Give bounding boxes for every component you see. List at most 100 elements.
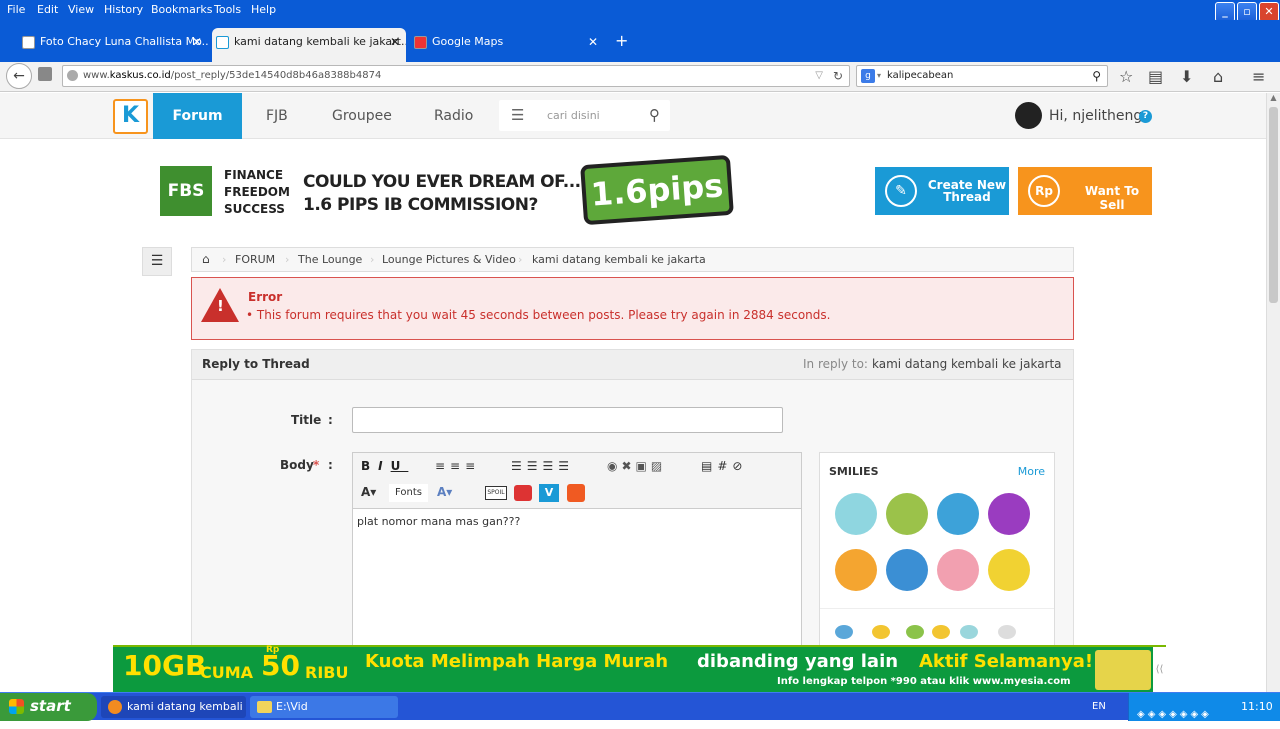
- smiley-grin-icon[interactable]: [835, 549, 877, 591]
- font-size-button[interactable]: A▾: [361, 485, 376, 499]
- nav-radio[interactable]: Radio: [434, 93, 473, 139]
- back-button[interactable]: ←: [6, 63, 32, 89]
- rupiah-icon: Rp: [1028, 175, 1060, 207]
- scroll-thumb[interactable]: [1269, 107, 1278, 303]
- quote-code-buttons[interactable]: ▤#⊘: [701, 459, 747, 473]
- start-button[interactable]: start: [0, 693, 97, 721]
- smilies-more-link[interactable]: More: [1018, 465, 1045, 478]
- title-label: Title: [291, 413, 322, 427]
- tab-label: Foto Chacy Luna Challista Mo...: [40, 35, 208, 48]
- breadcrumb-the-lounge[interactable]: The Lounge: [298, 248, 362, 271]
- page-info-icon[interactable]: [38, 67, 52, 81]
- youtube-icon[interactable]: [514, 485, 532, 501]
- italic-button[interactable]: I: [378, 459, 390, 473]
- home-icon[interactable]: ⌂: [202, 248, 210, 271]
- magnifier-icon[interactable]: ⚲: [1092, 66, 1101, 86]
- close-tab-icon[interactable]: ✕: [588, 28, 598, 56]
- list-icon[interactable]: ☰: [511, 100, 524, 131]
- small-smiley-icon[interactable]: [872, 625, 890, 639]
- tab-foto[interactable]: Foto Chacy Luna Challista Mo... ✕: [18, 28, 208, 62]
- search-bar[interactable]: g ▾ kalipecabean ⚲: [856, 65, 1108, 87]
- small-smiley-icon[interactable]: [960, 625, 978, 639]
- small-smiley-icon[interactable]: [998, 625, 1016, 639]
- new-tab-icon[interactable]: +: [615, 31, 628, 50]
- menu-edit[interactable]: Edit: [37, 3, 58, 16]
- tab-label: Google Maps: [432, 35, 504, 48]
- spoiler-button[interactable]: SPOIL: [485, 486, 507, 500]
- menu-history[interactable]: History: [104, 3, 143, 16]
- want-to-sell-button[interactable]: Rp Want To Sell: [1018, 167, 1152, 215]
- tab-kami-datang[interactable]: kami datang kembali ke jakart... ✕: [212, 28, 406, 62]
- reload-icon[interactable]: ↻: [833, 66, 843, 86]
- menu-bookmarks[interactable]: Bookmarks: [151, 3, 212, 16]
- soundcloud-icon[interactable]: [567, 484, 585, 502]
- url-bar[interactable]: www.kaskus.co.id/post_reply/53de14540d8b…: [62, 65, 850, 87]
- align-buttons[interactable]: ≡≡≡: [435, 459, 480, 473]
- download-icon[interactable]: ⬇: [1180, 67, 1193, 86]
- menu-tools[interactable]: Tools: [214, 3, 241, 16]
- vimeo-icon[interactable]: V: [539, 484, 559, 502]
- smiley-blue-icon[interactable]: [937, 493, 979, 535]
- close-tab-icon[interactable]: ✕: [192, 28, 202, 56]
- ad-banner[interactable]: FBS FINANCE FREEDOM SUCCESS COULD YOU EVER…: [142, 149, 824, 233]
- smiley-yellow-icon[interactable]: [988, 549, 1030, 591]
- menu-hamburger-icon[interactable]: ≡: [1252, 67, 1265, 86]
- maximize-button[interactable]: ▫: [1237, 2, 1257, 22]
- body-textarea[interactable]: plat nomor mana mas gan???: [353, 508, 801, 652]
- site-search[interactable]: ☰ cari disini ⚲: [499, 100, 670, 131]
- small-smiley-icon[interactable]: [835, 625, 853, 639]
- menu-help[interactable]: Help: [251, 3, 276, 16]
- minimize-button[interactable]: _: [1215, 2, 1235, 22]
- bottom-ad[interactable]: 10GB CUMA Rp 50 RIBU Kuota Melimpah Harg…: [113, 645, 1166, 692]
- google-icon[interactable]: g: [861, 69, 875, 83]
- in-reply-thread[interactable]: kami datang kembali ke jakarta: [872, 357, 1062, 371]
- fonts-dropdown[interactable]: Fonts: [389, 484, 428, 502]
- ad-info: Info lengkap telpon *990 atau klik www.m…: [777, 676, 1071, 687]
- bold-button[interactable]: B: [361, 459, 378, 473]
- title-input[interactable]: [352, 407, 783, 433]
- chevron-down-icon[interactable]: ▾: [877, 66, 881, 86]
- tab-google-maps[interactable]: Google Maps ✕: [410, 28, 604, 62]
- nav-fjb[interactable]: FJB: [266, 93, 288, 139]
- font-color-button[interactable]: A▾: [437, 485, 452, 499]
- nav-forum[interactable]: Forum: [153, 93, 242, 139]
- bookmark-star-icon[interactable]: ☆: [1119, 67, 1133, 86]
- sidebar-toggle-icon[interactable]: ☰: [142, 247, 172, 276]
- avatar[interactable]: [1015, 102, 1042, 129]
- bookmarks-list-icon[interactable]: ▤: [1148, 67, 1163, 86]
- tray-icons[interactable]: ◈◈◈◈◈◈◈: [1137, 701, 1223, 720]
- dropdown-arrow-icon[interactable]: ▽: [815, 66, 823, 86]
- smiley-purple-icon[interactable]: [988, 493, 1030, 535]
- small-smiley-icon[interactable]: [932, 625, 950, 639]
- nav-groupee[interactable]: Groupee: [332, 93, 392, 139]
- list-buttons[interactable]: ☰☰☰☰: [511, 459, 574, 473]
- vertical-scrollbar[interactable]: ▲: [1266, 93, 1280, 692]
- user-greeting[interactable]: Hi, njelitheng: [1049, 108, 1142, 124]
- task-explorer[interactable]: E:\Vid: [250, 696, 398, 718]
- task-firefox[interactable]: kami datang kembali k...: [101, 696, 246, 718]
- close-window-button[interactable]: ✕: [1259, 2, 1279, 22]
- smiley-cry-icon[interactable]: [886, 549, 928, 591]
- close-tab-icon[interactable]: ✕: [390, 28, 400, 56]
- navigation-bar: ← www.kaskus.co.id/post_reply/53de14540d…: [0, 62, 1280, 92]
- kaskus-logo[interactable]: K: [113, 99, 148, 134]
- help-icon[interactable]: ?: [1139, 110, 1152, 123]
- small-smiley-icon[interactable]: [906, 625, 924, 639]
- smiley-green-icon[interactable]: [886, 493, 928, 535]
- scroll-up-icon[interactable]: ▲: [1267, 93, 1280, 107]
- menu-file[interactable]: File: [7, 3, 25, 16]
- smiley-shocked-icon[interactable]: [835, 493, 877, 535]
- breadcrumb-forum[interactable]: FORUM: [235, 248, 275, 271]
- create-new-thread-button[interactable]: ✎ Create New Thread: [875, 167, 1009, 215]
- menu-view[interactable]: View: [68, 3, 94, 16]
- search-value: kalipecabean: [887, 70, 954, 81]
- language-indicator[interactable]: EN: [1092, 701, 1106, 712]
- search-icon[interactable]: ⚲: [649, 100, 660, 131]
- ad-collapse-icon[interactable]: ⟨⟨: [1153, 647, 1166, 692]
- underline-button[interactable]: U: [391, 459, 409, 473]
- breadcrumb-lounge-pictures[interactable]: Lounge Pictures & Video: [382, 248, 516, 271]
- home-icon[interactable]: ⌂: [1213, 67, 1223, 86]
- folder-icon: [257, 701, 272, 713]
- insert-buttons[interactable]: ◉✖▣▨: [607, 459, 666, 473]
- smiley-pink-icon[interactable]: [937, 549, 979, 591]
